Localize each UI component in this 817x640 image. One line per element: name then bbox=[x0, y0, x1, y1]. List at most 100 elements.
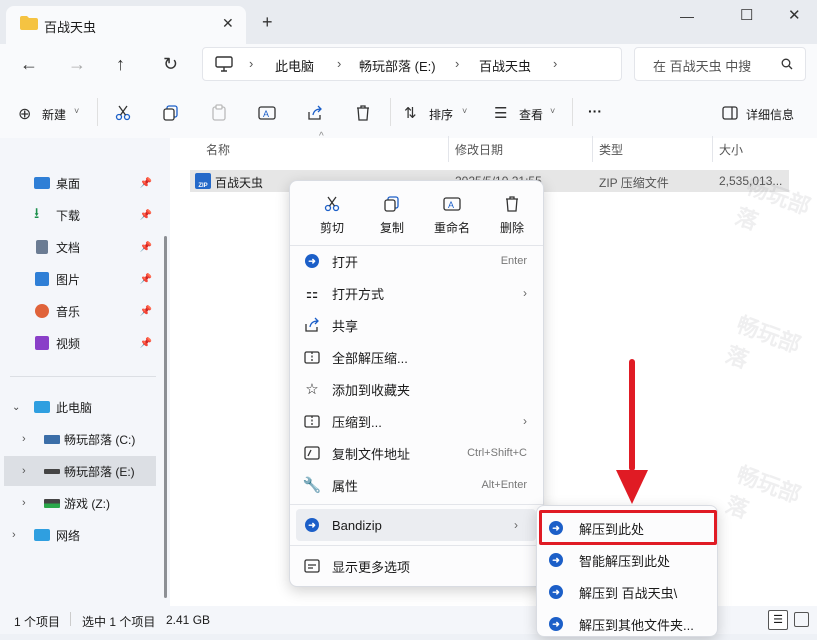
column-divider[interactable] bbox=[448, 136, 449, 162]
more-button[interactable]: ··· bbox=[588, 103, 602, 119]
selected-count: 选中 1 个项目 bbox=[82, 615, 156, 629]
menu-item-add-favorites[interactable]: ☆ 添加到收藏夹 bbox=[290, 373, 543, 405]
up-button[interactable]: ↑ bbox=[116, 54, 125, 75]
menu-item-extract-all[interactable]: 全部解压缩... bbox=[290, 341, 543, 373]
chevron-right-icon: › bbox=[12, 529, 16, 541]
menu-item-share[interactable]: 共享 bbox=[290, 309, 543, 341]
computer-icon bbox=[215, 56, 233, 72]
submenu-item-extract-to-folder[interactable]: ➜ 解压到 百战天虫\ bbox=[537, 576, 717, 608]
copy-button[interactable]: 复制 bbox=[364, 191, 420, 241]
sidebar-item-this-pc[interactable]: ⌄ 此电脑 bbox=[10, 392, 156, 422]
submenu-item-label: 解压到 百战天虫\ bbox=[579, 585, 678, 601]
scissors-icon[interactable] bbox=[114, 104, 132, 122]
divider bbox=[290, 545, 543, 546]
menu-item-properties[interactable]: 🔧 属性 Alt+Enter bbox=[290, 469, 543, 501]
item-count: 1 个项目 bbox=[14, 615, 61, 629]
rename-icon[interactable]: A bbox=[258, 104, 276, 122]
tab-current[interactable]: 百战天虫 ✕ bbox=[6, 6, 246, 44]
breadcrumb-drive[interactable]: 畅玩部落 (E:) bbox=[359, 56, 436, 75]
close-tab-icon[interactable]: ✕ bbox=[222, 15, 234, 32]
submenu-item-extract-other[interactable]: ➜ 解压到其他文件夹... bbox=[537, 608, 717, 640]
menu-item-label: 打开 bbox=[332, 254, 359, 270]
delete-button[interactable]: 删除 bbox=[484, 191, 540, 241]
back-button[interactable]: ← bbox=[20, 54, 38, 75]
chevron-right-icon: › bbox=[22, 497, 26, 509]
rename-label: 重命名 bbox=[433, 221, 470, 235]
sidebar-item-videos[interactable]: 视频 📌 bbox=[10, 328, 156, 358]
sidebar-item-drive-c[interactable]: › 畅玩部落 (C:) bbox=[10, 424, 156, 454]
paste-icon[interactable] bbox=[210, 104, 228, 122]
share-icon[interactable] bbox=[306, 104, 324, 122]
new-tab-button[interactable]: + bbox=[262, 12, 273, 33]
document-icon bbox=[36, 240, 48, 254]
divider bbox=[572, 98, 573, 126]
annotation-highlight-box bbox=[539, 510, 717, 545]
divider bbox=[70, 612, 71, 626]
breadcrumb-sep: › bbox=[455, 56, 460, 71]
sort-button[interactable]: 排序 bbox=[429, 106, 453, 123]
refresh-button[interactable]: ↻ bbox=[163, 54, 178, 75]
menu-item-copy-path[interactable]: 复制文件地址 Ctrl+Shift+C bbox=[290, 437, 543, 469]
menu-item-show-more[interactable]: 显示更多选项 bbox=[290, 550, 543, 582]
menu-item-compress-to[interactable]: 压缩到... › bbox=[290, 405, 543, 437]
view-button[interactable]: 查看 bbox=[519, 106, 543, 123]
pin-icon: 📌 bbox=[139, 305, 152, 317]
submenu-item-smart-extract[interactable]: ➜ 智能解压到此处 bbox=[537, 544, 717, 576]
menu-item-open[interactable]: ➜ 打开 Enter bbox=[290, 245, 543, 277]
close-window-button[interactable]: ✕ bbox=[788, 6, 801, 24]
sidebar-item-pictures[interactable]: 图片 📌 bbox=[10, 264, 156, 294]
file-name: 百战天虫 bbox=[215, 176, 264, 190]
menu-item-bandizip[interactable]: ➜ Bandizip › bbox=[296, 509, 536, 541]
new-button[interactable]: 新建 bbox=[42, 106, 66, 123]
sidebar-item-downloads[interactable]: ⭳ 下载 📌 bbox=[10, 200, 156, 230]
sidebar-item-music[interactable]: 音乐 📌 bbox=[10, 296, 156, 326]
sidebar-item-desktop[interactable]: 桌面 📌 bbox=[10, 168, 156, 198]
details-view-icon[interactable]: ☰ bbox=[768, 610, 788, 630]
chevron-down-icon: ⌄ bbox=[12, 401, 21, 413]
zip-file-icon: ZIP bbox=[195, 173, 211, 189]
menu-item-label: 共享 bbox=[332, 318, 359, 334]
search-input[interactable]: 在 百战天虫 中搜 bbox=[653, 56, 751, 75]
maximize-button[interactable]: ☐ bbox=[740, 6, 753, 24]
column-header-name[interactable]: 名称 bbox=[206, 141, 230, 158]
search-box[interactable]: 在 百战天虫 中搜 bbox=[634, 47, 806, 81]
tiles-view-icon[interactable] bbox=[794, 612, 809, 627]
column-divider[interactable] bbox=[712, 136, 713, 162]
sidebar-item-drive-e[interactable]: › 畅玩部落 (E:) bbox=[10, 456, 156, 486]
cut-button[interactable]: 剪切 bbox=[304, 191, 360, 241]
address-bar[interactable]: › 此电脑 › 畅玩部落 (E:) › 百战天虫 › bbox=[202, 47, 622, 81]
folder-icon bbox=[20, 16, 38, 30]
trash-icon[interactable] bbox=[354, 104, 372, 122]
sidebar-item-network[interactable]: › 网络 bbox=[10, 520, 156, 550]
column-header-size[interactable]: 大小 bbox=[719, 141, 743, 158]
rename-button[interactable]: A 重命名 bbox=[424, 191, 480, 241]
breadcrumb-folder[interactable]: 百战天虫 bbox=[479, 56, 531, 75]
column-header-type[interactable]: 类型 bbox=[599, 141, 623, 158]
wrench-icon: 🔧 bbox=[302, 477, 322, 494]
column-divider[interactable] bbox=[592, 136, 593, 162]
bandizip-icon: ➜ bbox=[303, 252, 321, 270]
sidebar-item-label: 畅玩部落 (E:) bbox=[64, 464, 135, 479]
share-icon bbox=[305, 317, 319, 332]
chevron-right-icon: › bbox=[22, 465, 26, 477]
column-header-modified[interactable]: 修改日期 bbox=[455, 141, 503, 158]
copy-icon[interactable] bbox=[162, 104, 180, 122]
details-pane-icon bbox=[722, 106, 738, 120]
view-icon: ☰ bbox=[494, 105, 508, 122]
menu-item-open-with[interactable]: ⚏ 打开方式 › bbox=[290, 277, 543, 309]
sidebar-item-drive-z[interactable]: › 游戏 (Z:) bbox=[10, 488, 156, 518]
cut-label: 剪切 bbox=[319, 221, 344, 235]
sidebar-scrollbar[interactable] bbox=[164, 236, 167, 598]
chevron-right-icon: › bbox=[523, 286, 527, 300]
picture-icon bbox=[35, 272, 49, 286]
details-button[interactable]: 详细信息 bbox=[746, 106, 794, 123]
video-icon bbox=[35, 336, 49, 350]
pin-icon: 📌 bbox=[139, 337, 152, 349]
sidebar-item-documents[interactable]: 文档 📌 bbox=[10, 232, 156, 262]
menu-item-label: Bandizip bbox=[332, 517, 382, 533]
minimize-button[interactable]: — bbox=[680, 8, 694, 24]
music-icon bbox=[35, 304, 49, 318]
forward-button[interactable]: → bbox=[68, 54, 86, 75]
breadcrumb-this-pc[interactable]: 此电脑 bbox=[275, 56, 314, 75]
network-icon bbox=[34, 529, 50, 541]
